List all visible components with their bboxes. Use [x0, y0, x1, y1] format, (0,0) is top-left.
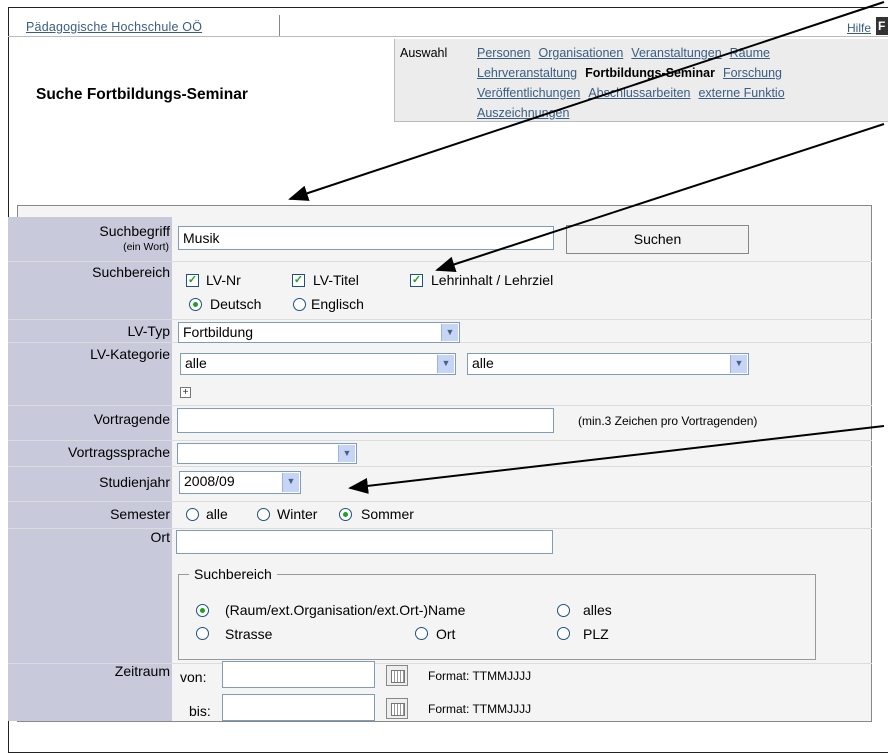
annotation-arrows: [288, 1, 885, 494]
annotation-arrow: [348, 425, 885, 494]
annotation-arrow: [288, 1, 885, 201]
annotation-arrow: [435, 123, 885, 273]
